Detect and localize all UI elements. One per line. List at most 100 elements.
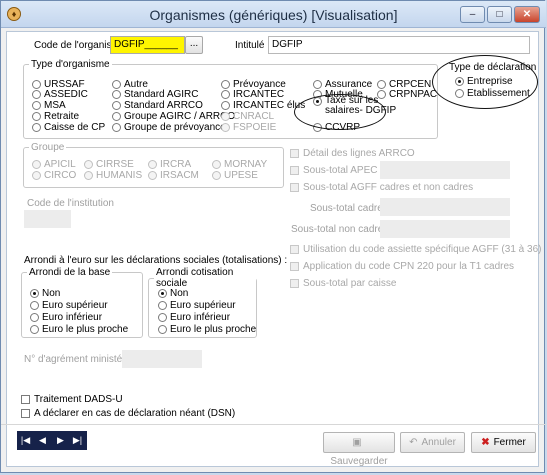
intitule-input[interactable]: DGFIP (268, 36, 530, 54)
radio-groupe-mornay-dot (212, 160, 221, 169)
radio-type-19-dot (221, 123, 230, 132)
radio-groupe-ircra[interactable]: IRCRA (148, 159, 191, 170)
sous-total-cadres-input[interactable] (380, 198, 510, 216)
radio-type-19[interactable]: FSPOEIE (221, 122, 276, 133)
browse-button[interactable]: ... (185, 36, 203, 54)
radio-type-6[interactable]: Standard AGIRC (112, 89, 198, 100)
radio-type-19-label: FSPOEIE (233, 122, 277, 133)
radio-type-14-dot (32, 112, 41, 121)
radio-entreprise[interactable]: Entreprise (455, 76, 513, 87)
radio-base-2-label: Euro inférieur (42, 312, 103, 323)
radio-cotisation-0-dot (158, 289, 167, 298)
groupe-legend: Groupe (31, 142, 65, 153)
radio-type-15[interactable]: Groupe AGIRC / ARRCO (112, 111, 235, 122)
radio-base-0[interactable]: Non (30, 288, 60, 299)
radio-type-17[interactable]: Caisse de CP (32, 122, 105, 133)
cancel-button[interactable]: ↶ Annuler (400, 432, 465, 453)
radio-groupe-mornay[interactable]: MORNAY (212, 159, 267, 170)
check-code-cpn-220[interactable]: Application du code CPN 220 pour la T1 c… (290, 261, 514, 272)
radio-groupe-upese-dot (212, 171, 221, 180)
radio-groupe-upese-label: UPESE (224, 170, 258, 181)
arrondi-base-legend: Arrondi de la base (29, 267, 111, 278)
type-organisme-legend: Type d'organisme (31, 59, 110, 70)
radio-type-16-dot (221, 112, 230, 121)
radio-groupe-apicil[interactable]: APICIL (32, 159, 76, 170)
radio-groupe-ircra-dot (148, 160, 157, 169)
radio-type-6-label: Standard AGIRC (124, 89, 199, 100)
previous-record-button[interactable]: ◀ (34, 431, 51, 450)
radio-type-5-label: ASSEDIC (44, 89, 88, 100)
radio-type-12-dot (221, 101, 230, 110)
agrement-input[interactable] (122, 350, 202, 368)
radio-groupe-mornay-label: MORNAY (224, 159, 268, 170)
radio-cotisation-1-dot (158, 301, 167, 310)
maximize-button[interactable]: □ (487, 6, 512, 23)
check-detail-arrco[interactable]: Détail des lignes ARRCO (290, 148, 415, 159)
last-record-button[interactable]: ▶| (69, 431, 86, 450)
radio-groupe-circo-label: CIRCO (44, 170, 77, 181)
radio-base-3[interactable]: Euro le plus proche (30, 324, 128, 335)
radio-base-1-label: Euro supérieur (42, 300, 108, 311)
institution-input[interactable] (24, 210, 71, 228)
close-button[interactable]: ✖ Fermer (471, 432, 536, 453)
radio-type-16[interactable]: CNRACL (221, 111, 274, 122)
radio-groupe-cirrse-dot (84, 160, 93, 169)
undo-arrow-icon: ↶ (409, 437, 418, 448)
radio-type-5[interactable]: ASSEDIC (32, 89, 88, 100)
radio-type-14[interactable]: Retraite (32, 111, 79, 122)
main-window: ♦ Organismes (génériques) [Visualisation… (0, 0, 546, 473)
radio-type-7[interactable]: IRCANTEC (221, 89, 284, 100)
radio-cotisation-2[interactable]: Euro inférieur (158, 312, 230, 323)
radio-type-7-label: IRCANTEC (233, 89, 285, 100)
sous-total-non-cadres-input[interactable] (380, 220, 510, 238)
radio-base-3-dot (30, 325, 39, 334)
title-bar: ♦ Organismes (génériques) [Visualisation… (1, 1, 546, 28)
radio-cotisation-1[interactable]: Euro supérieur (158, 300, 236, 311)
first-record-button[interactable]: |◀ (17, 431, 34, 450)
type-declaration-legend: Type de déclaration (449, 62, 537, 73)
radio-groupe-irsacm-label: IRSACM (160, 170, 199, 181)
save-button[interactable]: ▣Sauvegarder (323, 432, 395, 467)
radio-groupe-cirrse[interactable]: CIRRSE (84, 159, 134, 170)
highlight-ellipse-taxe (294, 94, 386, 130)
radio-groupe-irsacm[interactable]: IRSACM (148, 170, 199, 181)
radio-groupe-upese[interactable]: UPESE (212, 170, 258, 181)
radio-groupe-ircra-label: IRCRA (160, 159, 192, 170)
radio-type-18-dot (112, 123, 121, 132)
radio-cotisation-3[interactable]: Euro le plus proche (158, 324, 256, 335)
minimize-button[interactable]: – (460, 6, 485, 23)
radio-groupe-humanis-dot (84, 171, 93, 180)
radio-type-4-dot (377, 80, 386, 89)
radio-groupe-humanis[interactable]: HUMANIS (84, 170, 142, 181)
check-sous-total-apec[interactable]: Sous-total APEC (290, 165, 377, 176)
radio-base-2[interactable]: Euro inférieur (30, 312, 102, 323)
radio-type-17-dot (32, 123, 41, 132)
radio-type-10[interactable]: MSA (32, 100, 66, 111)
radio-type-7-dot (221, 90, 230, 99)
footer-separator (1, 424, 546, 425)
radio-groupe-circo[interactable]: CIRCO (32, 170, 76, 181)
radio-type-11-dot (112, 101, 121, 110)
radio-type-11[interactable]: Standard ARRCO (112, 100, 203, 111)
radio-cotisation-1-label: Euro supérieur (170, 300, 236, 311)
radio-cotisation-3-label: Euro le plus proche (170, 324, 257, 335)
check-sous-total-caisse[interactable]: Sous-total par caisse (290, 278, 396, 289)
check-traitement-dads-u[interactable]: Traitement DADS-U (21, 394, 123, 405)
check-declarer-neant-dsn[interactable]: A déclarer en cas de déclaration néant (… (21, 408, 235, 419)
radio-base-1[interactable]: Euro supérieur (30, 300, 108, 311)
radio-base-3-label: Euro le plus proche (42, 324, 129, 335)
check-code-assiette-agff[interactable]: Utilisation du code assiette spécifique … (290, 244, 541, 255)
radio-type-11-label: Standard ARRCO (124, 100, 203, 111)
sous-total-cadres-label: Sous-total cadres (310, 203, 388, 214)
radio-etablissement[interactable]: Etablissement (455, 88, 530, 99)
floppy-disk-icon: ▣ (352, 437, 362, 448)
radio-cotisation-0[interactable]: Non (158, 288, 188, 299)
close-window-button[interactable]: ✕ (514, 6, 540, 23)
code-organisme-input[interactable]: DGFIP______ (110, 36, 185, 54)
radio-type-18[interactable]: Groupe de prévoyance (112, 122, 226, 133)
radio-type-0-dot (32, 80, 41, 89)
radio-groupe-circo-dot (32, 171, 41, 180)
check-sous-total-agff[interactable]: Sous-total AGFF cadres et non cadres (290, 182, 473, 193)
radio-type-12[interactable]: IRCANTEC élus (221, 100, 305, 111)
next-record-button[interactable]: ▶ (52, 431, 69, 450)
